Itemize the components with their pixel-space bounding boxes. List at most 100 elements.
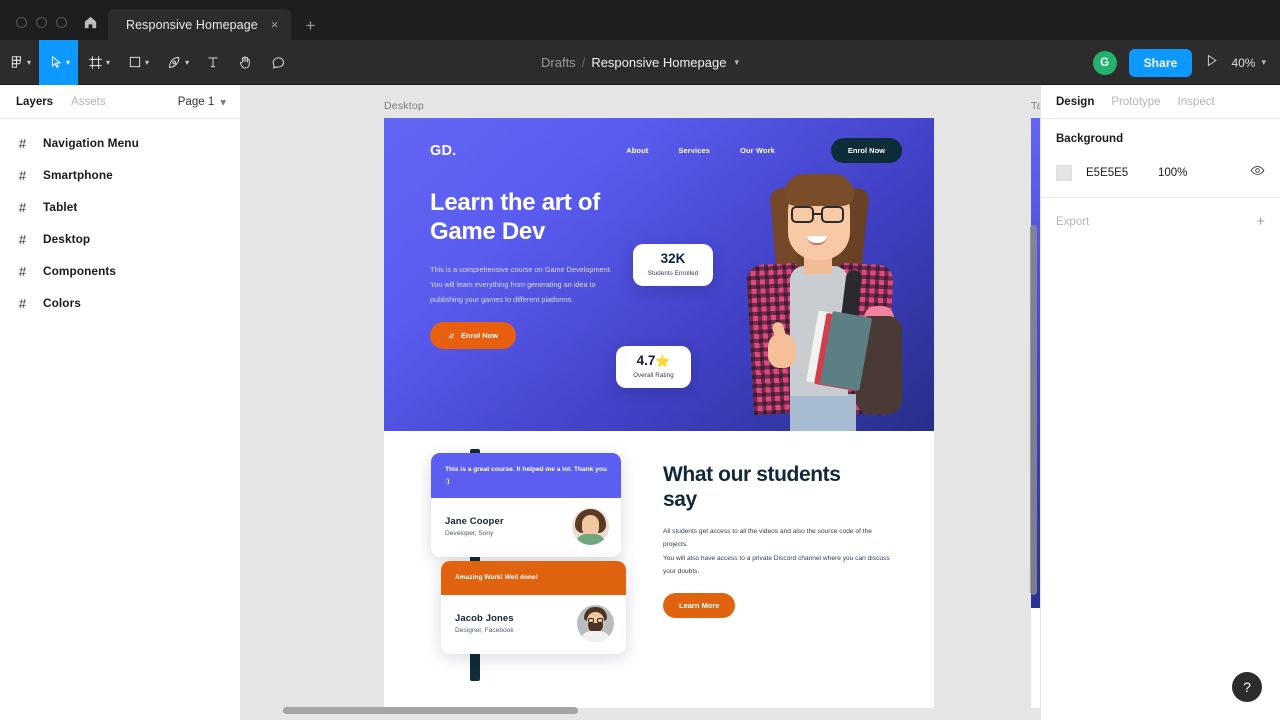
background-title: Background — [1056, 133, 1124, 145]
close-icon[interactable]: × — [268, 16, 282, 33]
chevron-down-icon[interactable]: ▾ — [220, 95, 226, 109]
tab-prototype[interactable]: Prototype — [1111, 96, 1160, 108]
artboard-desktop[interactable]: GD. About Services Our Work Enrol Now Le… — [384, 118, 934, 708]
zoom-control[interactable]: 40% ▾ — [1231, 56, 1266, 70]
testimonial-quote: This is a great course. It helped me a l… — [431, 453, 621, 499]
right-panel-tabs: Design Prototype Inspect — [1041, 85, 1280, 119]
chevron-down-icon[interactable]: ▾ — [27, 58, 31, 67]
move-tool-icon[interactable]: ▾ — [39, 39, 79, 85]
site-navbar: GD. About Services Our Work Enrol Now — [384, 118, 934, 163]
window-controls[interactable] — [0, 17, 81, 40]
hero-enrol-now-button[interactable]: Enrol Now — [430, 322, 517, 350]
color-swatch[interactable] — [1056, 165, 1072, 181]
student-photo — [724, 166, 914, 431]
page-selector[interactable]: Page 1 ▾ — [178, 95, 226, 109]
figma-menu-icon[interactable]: ▾ — [0, 40, 39, 85]
background-opacity-value[interactable]: 100% — [1158, 167, 1187, 179]
hero-section: GD. About Services Our Work Enrol Now Le… — [384, 118, 934, 431]
layer-label: Navigation Menu — [43, 136, 139, 150]
testimonial-quote: Amazing Work! Well done! — [441, 561, 626, 595]
sidebar-item-navigation-menu[interactable]: # Navigation Menu — [0, 127, 240, 159]
play-icon[interactable] — [1204, 53, 1219, 73]
learn-more-button[interactable]: Learn More — [663, 592, 736, 618]
minimize-window-button[interactable] — [36, 17, 47, 28]
breadcrumb-file[interactable]: Responsive Homepage — [591, 55, 726, 70]
frame-tool-icon[interactable]: ▾ — [78, 40, 118, 85]
chevron-down-icon[interactable]: ▾ — [66, 58, 70, 67]
layer-label: Desktop — [43, 232, 91, 246]
layer-label: Colors — [43, 296, 81, 310]
site-logo[interactable]: GD. — [430, 143, 456, 159]
layer-label: Components — [43, 264, 117, 278]
testimonial-person: Jacob Jones Designer, Facebook — [455, 613, 514, 634]
home-icon[interactable] — [81, 15, 108, 40]
new-tab-button[interactable]: + — [291, 17, 329, 40]
breadcrumb-project[interactable]: Drafts — [541, 55, 576, 70]
testimonial-card-jacob: Amazing Work! Well done! Jacob Jones Des… — [441, 561, 626, 654]
section-heading-line1: What our students — [663, 463, 841, 486]
testimonial-person: Jane Cooper Developer, Sony — [445, 516, 504, 537]
chevron-down-icon[interactable]: ▾ — [145, 58, 149, 67]
background-hex-value[interactable]: E5E5E5 — [1086, 167, 1158, 179]
tab-layers[interactable]: Layers — [16, 96, 53, 108]
stat-value-row: 4.7⭐ — [622, 354, 685, 368]
right-panel: Design Prototype Inspect Background E5E5… — [1040, 85, 1280, 720]
add-export-button[interactable]: + — [1256, 214, 1265, 229]
export-section: Export + — [1041, 198, 1280, 245]
text-tool-icon[interactable] — [197, 40, 229, 85]
stat-label: Overall Rating — [633, 371, 674, 379]
help-button[interactable]: ? — [1232, 672, 1262, 702]
avatar[interactable]: G — [1092, 50, 1117, 75]
hero-heading-line2: Game Dev — [430, 218, 545, 246]
nav-enrol-now-button[interactable]: Enrol Now — [830, 138, 902, 163]
layer-label: Tablet — [43, 200, 78, 214]
hero-paragraph: This is a comprehensive course on Game D… — [430, 264, 612, 305]
sidebar-item-colors[interactable]: # Colors — [0, 287, 240, 319]
nav-links: About Services Our Work Enrol Now — [626, 138, 902, 163]
pen-tool-icon[interactable]: ▾ — [157, 40, 197, 85]
background-section: Background E5E5E5 100% — [1041, 119, 1280, 198]
frame-label-tablet[interactable]: Ta — [1031, 100, 1040, 112]
stat-card-rating: 4.7⭐ Overall Rating — [616, 346, 691, 388]
nav-link-about[interactable]: About — [626, 146, 648, 155]
shape-tool-icon[interactable]: ▾ — [118, 40, 157, 85]
chevron-down-icon[interactable]: ▾ — [1261, 57, 1266, 68]
nav-link-services[interactable]: Services — [678, 146, 710, 155]
tab-inspect[interactable]: Inspect — [1178, 96, 1215, 108]
frame-label-desktop[interactable]: Desktop — [384, 100, 424, 112]
file-tab[interactable]: Responsive Homepage × — [108, 9, 292, 40]
sidebar-item-components[interactable]: # Components — [0, 255, 240, 287]
chevron-down-icon[interactable]: ▾ — [734, 57, 739, 68]
chevron-down-icon[interactable]: ▾ — [106, 58, 110, 67]
hero-heading-line1: Learn the art of — [430, 189, 600, 216]
left-panel-tabs: Layers Assets Page 1 ▾ — [0, 85, 240, 119]
canvas-horizontal-scrollbar[interactable] — [283, 707, 578, 714]
sidebar-item-smartphone[interactable]: # Smartphone — [0, 159, 240, 191]
chevron-down-icon[interactable]: ▾ — [185, 58, 189, 67]
hand-tool-icon[interactable] — [229, 40, 262, 85]
tab-assets[interactable]: Assets — [71, 96, 106, 108]
maximize-window-button[interactable] — [56, 17, 67, 28]
section-paragraph-2: You will also have access to a private D… — [663, 554, 890, 576]
testimonial-card-jane: This is a great course. It helped me a l… — [431, 453, 621, 558]
frame-icon: # — [18, 295, 27, 311]
share-button[interactable]: Share — [1128, 48, 1193, 77]
layer-list: # Navigation Menu # Smartphone # Tablet … — [0, 119, 240, 319]
tab-design[interactable]: Design — [1056, 96, 1094, 108]
toolbar-right-group: G Share 40% ▾ — [1092, 40, 1280, 85]
nav-link-our-work[interactable]: Our Work — [740, 146, 775, 155]
frame-icon: # — [18, 231, 27, 247]
sidebar-item-tablet[interactable]: # Tablet — [0, 191, 240, 223]
export-label: Export — [1056, 215, 1090, 228]
sidebar-item-desktop[interactable]: # Desktop — [0, 223, 240, 255]
tab-strip: Responsive Homepage × + — [108, 0, 329, 40]
frame-icon: # — [18, 263, 27, 279]
design-canvas[interactable]: Desktop Ta GD. About Services Our Work E… — [241, 85, 1040, 720]
eye-icon[interactable] — [1250, 163, 1265, 183]
canvas-vertical-scrollbar[interactable] — [1030, 225, 1037, 595]
background-color-row: E5E5E5 100% — [1056, 163, 1265, 183]
layer-label: Smartphone — [43, 168, 113, 182]
close-window-button[interactable] — [16, 17, 27, 28]
comment-tool-icon[interactable] — [262, 40, 295, 85]
section-paragraph-1: All students get access to all the video… — [663, 527, 872, 549]
